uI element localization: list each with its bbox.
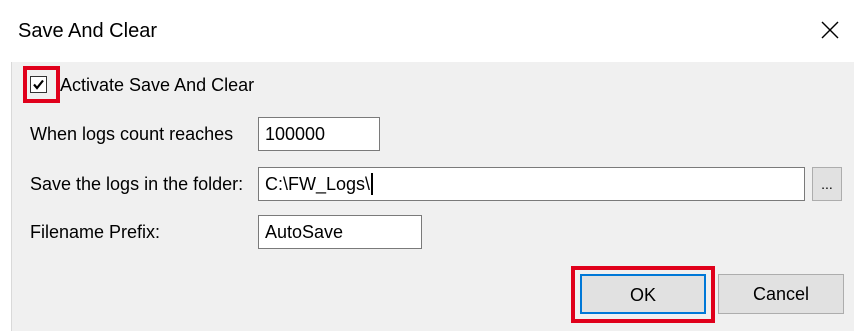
prefix-value: AutoSave: [265, 222, 344, 242]
logs-count-label: When logs count reaches: [30, 124, 234, 144]
close-button[interactable]: [812, 12, 848, 48]
cancel-button[interactable]: Cancel: [718, 274, 844, 314]
text-caret: [371, 173, 374, 195]
dialog-title: Save And Clear: [18, 20, 157, 42]
folder-label: Save the logs in the folder:: [30, 174, 244, 194]
browse-button[interactable]: ...: [812, 167, 842, 201]
checkbox-highlight: [23, 66, 60, 103]
prefix-label: Filename Prefix:: [30, 222, 161, 242]
close-icon: [821, 21, 839, 39]
folder-value: C:\FW_Logs\: [265, 174, 371, 194]
activate-label: Activate Save And Clear: [60, 75, 255, 95]
logs-count-value: 100000: [265, 124, 326, 144]
title-bar: Save And Clear: [0, 0, 854, 62]
logs-count-input[interactable]: 100000: [258, 117, 380, 151]
ok-highlight: [571, 266, 715, 323]
folder-input[interactable]: C:\FW_Logs\: [258, 167, 805, 201]
prefix-input[interactable]: AutoSave: [258, 215, 422, 249]
